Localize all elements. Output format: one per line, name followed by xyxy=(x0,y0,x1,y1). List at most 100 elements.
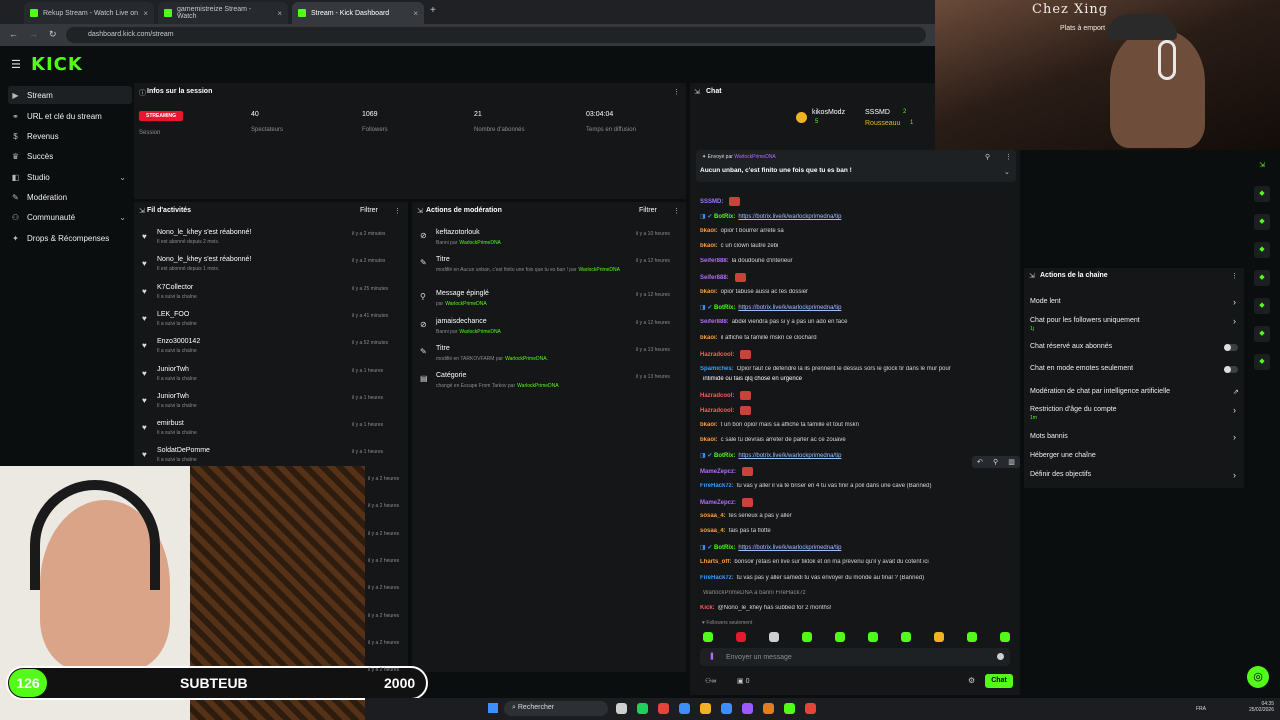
chat-username[interactable]: Spamiches: xyxy=(700,366,734,372)
chevron-right-icon[interactable]: › xyxy=(1233,316,1236,326)
shortcut-icon[interactable]: ◆ xyxy=(1254,186,1270,202)
tool-icon[interactable]: ◆ xyxy=(1254,326,1270,342)
chat-username[interactable]: BotRix: xyxy=(714,305,735,311)
expand-icon[interactable]: ⇲ xyxy=(1029,272,1035,280)
mod-author[interactable]: WarlockPrimeDNA xyxy=(445,301,486,307)
sidebar-item-communaute[interactable]: ⚇ Communauté ⌄ xyxy=(8,208,132,226)
more-options-icon[interactable]: ⋮ xyxy=(394,207,401,215)
chat-username[interactable]: MameZepcz: xyxy=(700,469,736,475)
chrome-icon[interactable] xyxy=(805,703,816,714)
sidebar-item-studio[interactable]: ◧ Studio ⌄ xyxy=(8,168,132,186)
close-tab-icon[interactable]: × xyxy=(277,9,282,18)
chat-text[interactable]: https://botrix.live/k/warlockprimedna/ti… xyxy=(738,305,841,311)
kick-logo[interactable]: KICK xyxy=(31,54,83,75)
users-icon[interactable]: ◆ xyxy=(1254,354,1270,370)
mod-author[interactable]: WarlockPrimeDNA xyxy=(517,383,558,389)
settings-icon[interactable]: ⚙ xyxy=(968,676,975,685)
emote-icon[interactable] xyxy=(967,632,977,642)
emote-icon[interactable] xyxy=(901,632,911,642)
chat-text[interactable]: https://botrix.live/k/warlockprimedna/ti… xyxy=(738,453,841,459)
expand-icon[interactable]: ⇲ xyxy=(417,207,423,215)
split-icon[interactable]: ◆ xyxy=(1254,270,1270,286)
toggle-switch[interactable] xyxy=(1224,366,1238,373)
emote-icon[interactable] xyxy=(835,632,845,642)
vscode-icon[interactable] xyxy=(721,703,732,714)
chat-username[interactable]: sosaa_4: xyxy=(700,513,726,519)
slides-icon[interactable]: ◆ xyxy=(1254,214,1270,230)
sidebar-item-drops[interactable]: ✦ Drops & Récompenses xyxy=(8,229,132,247)
address-bar[interactable]: dashboard.kick.com/stream xyxy=(66,27,926,43)
sidebar-item-stream[interactable]: ▶ Stream xyxy=(8,86,132,104)
chat-username[interactable]: SSSMD: xyxy=(700,199,723,205)
firefox-icon[interactable] xyxy=(763,703,774,714)
hamburger-icon[interactable]: ☰ xyxy=(11,58,21,71)
more-options-icon[interactable]: ⋮ xyxy=(673,207,680,215)
chat-username[interactable]: bkaoi: xyxy=(700,289,718,295)
chrome-icon[interactable] xyxy=(658,703,669,714)
external-link-icon[interactable]: ⇗ xyxy=(1233,388,1239,396)
close-tab-icon[interactable]: × xyxy=(143,9,148,18)
chat-username[interactable]: FireHack7z: xyxy=(700,483,734,489)
chat-username[interactable]: BotRix: xyxy=(714,214,735,220)
more-options-icon[interactable]: ⋮ xyxy=(1231,272,1238,280)
chat-username[interactable]: bkaoi: xyxy=(700,437,718,443)
forward-icon[interactable]: → xyxy=(29,29,38,39)
chat-text[interactable]: https://botrix.live/k/warlockprimedna/ti… xyxy=(738,214,841,220)
discord-icon[interactable] xyxy=(742,703,753,714)
reload-icon[interactable]: ↻ xyxy=(49,29,57,40)
chat-username[interactable]: FireHack7z: xyxy=(700,575,734,581)
emote-icon[interactable] xyxy=(802,632,812,642)
chat-username[interactable]: Hazradcool: xyxy=(700,352,734,358)
chevron-right-icon[interactable]: › xyxy=(1233,470,1236,480)
more-options-icon[interactable]: ⋮ xyxy=(1005,153,1012,161)
emoji-icon[interactable] xyxy=(997,653,1004,660)
expand-icon[interactable]: ⇲ xyxy=(139,207,145,215)
emote-icon[interactable] xyxy=(703,632,713,642)
chat-username[interactable]: MameZepcz: xyxy=(700,500,736,506)
back-icon[interactable]: ← xyxy=(9,29,18,39)
edge-icon[interactable] xyxy=(679,703,690,714)
rail-top-icon[interactable]: ⇲ xyxy=(1254,158,1270,174)
close-tab-icon[interactable]: × xyxy=(413,9,418,18)
chat-username[interactable]: Seifer888: xyxy=(700,258,729,264)
chat-username[interactable]: Hazradcool: xyxy=(700,408,734,414)
chat-username[interactable]: Hazradcool: xyxy=(700,393,734,399)
expand-icon[interactable]: ⇲ xyxy=(694,88,700,96)
browser-tab[interactable]: gamemistreize Stream - Watch × xyxy=(158,2,288,24)
chevron-right-icon[interactable]: › xyxy=(1233,432,1236,442)
queue-icon[interactable]: ◆ xyxy=(1254,298,1270,314)
windows-start-icon[interactable] xyxy=(488,703,498,713)
mod-author[interactable]: WarlockPrimeDNA. xyxy=(505,356,548,362)
chat-username[interactable]: bkaoi: xyxy=(700,335,718,341)
chat-text[interactable]: https://botrix.live/k/warlockprimedna/ti… xyxy=(738,545,841,551)
task-view-icon[interactable] xyxy=(616,703,627,714)
chat-username[interactable]: bkaoi: xyxy=(700,228,718,234)
chat-username[interactable]: BotRix: xyxy=(714,545,735,551)
emote-icon[interactable] xyxy=(736,632,746,642)
chevron-right-icon[interactable]: › xyxy=(1233,297,1236,307)
send-chat-button[interactable]: Chat xyxy=(985,674,1013,688)
spotify-icon[interactable] xyxy=(637,703,648,714)
browser-tab-active[interactable]: Stream - Kick Dashboard × xyxy=(292,2,424,24)
kick-app-icon[interactable] xyxy=(784,703,795,714)
chat-username[interactable]: bkaoi: xyxy=(700,422,718,428)
chat-bubble-icon[interactable]: ◆ xyxy=(1254,242,1270,258)
chat-username[interactable]: Lharts_off: xyxy=(700,559,731,565)
users-icon[interactable]: ⚇∞ xyxy=(705,677,716,685)
sidebar-item-succes[interactable]: ♛ Succès xyxy=(8,147,132,165)
sidebar-item-moderation[interactable]: ✎ Modération xyxy=(8,188,132,206)
emote-icon[interactable] xyxy=(769,632,779,642)
explorer-icon[interactable] xyxy=(700,703,711,714)
chat-username[interactable]: sosaa_4: xyxy=(700,528,726,534)
emote-icon[interactable] xyxy=(868,632,878,642)
chat-username[interactable]: Seifer888: xyxy=(700,275,729,281)
reply-icon[interactable]: ↶ xyxy=(977,458,983,466)
chat-username[interactable]: Kick: xyxy=(700,605,715,611)
more-options-icon[interactable]: ⋮ xyxy=(673,88,680,96)
mod-author[interactable]: WarlockPrimeDNA xyxy=(459,329,500,335)
taskbar-search[interactable]: ⌕ Rechercher xyxy=(504,701,608,716)
pin-icon[interactable]: ⚲ xyxy=(993,458,998,466)
chat-username[interactable]: bkaoi: xyxy=(700,243,718,249)
activity-filter-button[interactable]: Filtrer xyxy=(360,207,378,214)
pin-icon[interactable]: ⚲ xyxy=(985,153,990,161)
